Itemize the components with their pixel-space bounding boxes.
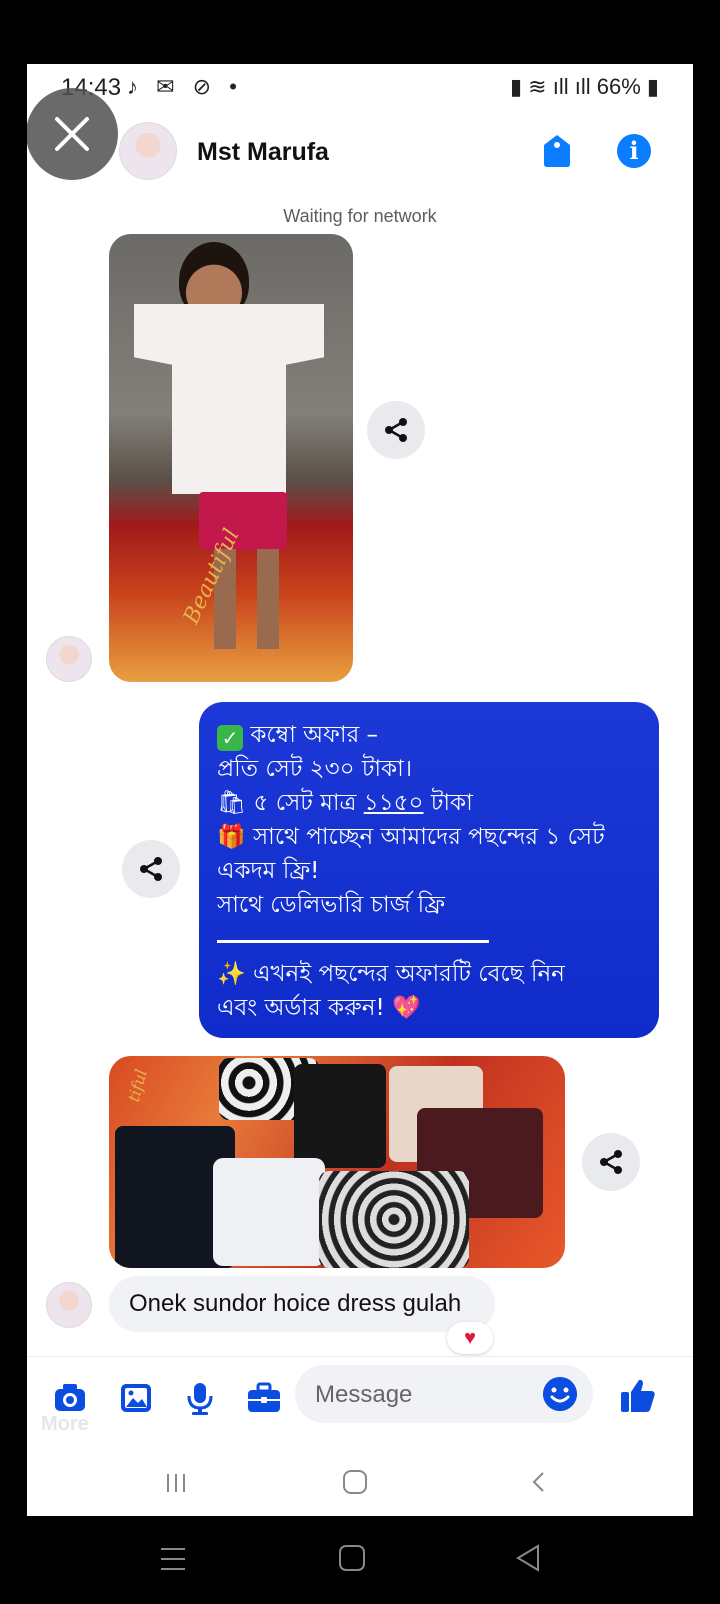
signal-icon: ▮ ≋ ıll ıll <box>509 74 597 99</box>
emoji-icon[interactable] <box>543 1377 577 1411</box>
message-composer: Message More <box>27 1356 693 1436</box>
status-right: ▮ ≋ ıll ıll 66% ▮ <box>510 74 659 100</box>
battery-icon: ▮ <box>646 74 659 99</box>
sparkles-icon: ✨ <box>217 961 246 987</box>
offer-line: ✓ কম্বো অফার – <box>217 718 641 752</box>
contact-avatar[interactable] <box>119 122 177 180</box>
shopping-bag-icon: 🛍 <box>217 790 247 816</box>
thumbs-up-icon[interactable] <box>619 1377 657 1415</box>
offer-line: 🎁 সাথে পাচ্ছেন আমাদের পছন্দের ১ সেট <box>217 824 605 850</box>
notification-icons: ♪ ✉ ⊘ • <box>127 74 243 99</box>
check-mark-icon: ✓ <box>217 725 243 751</box>
chat-header: Mst Marufa i <box>27 114 693 194</box>
photo-subject-leg <box>257 549 279 649</box>
share-button[interactable] <box>367 401 425 459</box>
recent-apps-icon[interactable] <box>163 1470 189 1496</box>
photo-clothing-item <box>319 1171 469 1268</box>
back-icon[interactable] <box>514 1543 542 1573</box>
offer-line: ✨ এখনই পছন্দের অফারটি বেছে নিন <box>217 961 565 987</box>
camera-icon[interactable] <box>53 1381 87 1415</box>
info-icon[interactable]: i <box>617 134 651 168</box>
messenger-screen: 14:43 ♪ ✉ ⊘ • ▮ ≋ ıll ıll 66% ▮ Mst Maru… <box>27 64 693 1516</box>
battery-level: 66% <box>596 74 641 99</box>
gallery-icon[interactable] <box>119 1381 153 1415</box>
photo-clothing-item <box>294 1064 386 1168</box>
sender-avatar[interactable] <box>46 1282 92 1328</box>
share-button[interactable] <box>582 1133 640 1191</box>
home-icon[interactable] <box>337 1543 367 1573</box>
offer-line: এবং অর্ডার করুন! 💖 <box>217 995 421 1021</box>
share-icon <box>140 857 162 881</box>
message-placeholder: Message <box>315 1381 413 1408</box>
tag-icon[interactable] <box>542 134 572 168</box>
microphone-icon[interactable] <box>183 1381 217 1415</box>
share-icon <box>600 1150 622 1174</box>
status-bar: 14:43 ♪ ✉ ⊘ • ▮ ≋ ıll ıll 66% ▮ <box>27 64 693 108</box>
photo-subject-shorts <box>199 492 287 550</box>
outgoing-offer-message[interactable]: ✓ কম্বো অফার – প্রতি সেট ২৩০ টাকা। 🛍 ৫ স… <box>199 702 659 1038</box>
sender-avatar[interactable] <box>46 636 92 682</box>
system-nav-bar <box>0 1516 720 1604</box>
offer-line: প্রতি সেট ২৩০ টাকা। <box>217 756 413 782</box>
offer-line: 🛍 ৫ সেট মাত্র ১১৫০ টাকা <box>217 790 473 816</box>
close-button[interactable] <box>27 88 118 180</box>
app-nav-bar <box>27 1464 693 1516</box>
photo-watermark: tiful <box>124 1067 151 1104</box>
close-icon <box>55 117 89 151</box>
network-status: Waiting for network <box>283 206 437 226</box>
more-label: More <box>41 1413 89 1435</box>
share-icon <box>385 418 407 442</box>
shared-photo-clothes[interactable]: tiful <box>109 1056 565 1268</box>
offer-line: একদম ফ্রি! <box>217 858 320 884</box>
briefcase-icon[interactable] <box>247 1381 281 1415</box>
home-icon[interactable] <box>341 1468 369 1496</box>
photo-subject-shirt <box>134 304 324 494</box>
photo-clothing-item <box>213 1158 325 1266</box>
recent-apps-icon[interactable] <box>158 1544 188 1574</box>
contact-name[interactable]: Mst Marufa <box>197 138 329 167</box>
message-input[interactable]: Message <box>295 1365 593 1423</box>
divider <box>217 940 489 943</box>
shared-photo-child[interactable]: Beautiful <box>109 234 353 682</box>
share-button[interactable] <box>122 840 180 898</box>
gift-icon: 🎁 <box>217 824 246 850</box>
sparkling-heart-icon: 💖 <box>392 995 421 1021</box>
incoming-message[interactable]: Onek sundor hoice dress gulah <box>109 1276 495 1332</box>
back-icon[interactable] <box>527 1470 551 1494</box>
offer-line: সাথে ডেলিভারি চার্জ ফ্রি <box>217 892 445 918</box>
heart-reaction-icon[interactable]: ♥ <box>447 1322 493 1354</box>
